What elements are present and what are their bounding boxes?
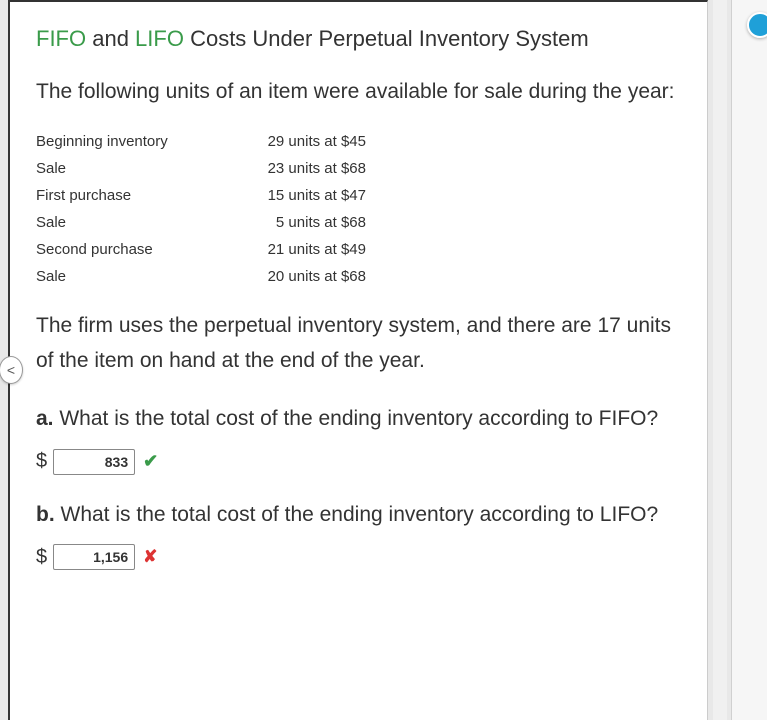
answer-input-b[interactable] [53, 544, 135, 570]
table-row: First purchase 15 units at $47 [36, 182, 681, 209]
table-row: Second purchase 21 units at $49 [36, 236, 681, 263]
table-row: Sale 23 units at $68 [36, 155, 681, 182]
answer-row-a: $ ✔ [36, 449, 681, 475]
mid-paragraph: The firm uses the perpetual inventory sy… [36, 308, 681, 379]
currency-symbol: $ [36, 546, 47, 569]
content-area: FIFO and LIFO Costs Under Perpetual Inve… [10, 2, 707, 612]
tx-value: 21 units at $49 [236, 241, 366, 258]
tx-value: 5 units at $68 [236, 214, 366, 231]
intro-paragraph: The following units of an item were avai… [36, 74, 681, 110]
question-a-label: a. [36, 407, 54, 430]
prev-nav-button[interactable]: < [0, 356, 23, 384]
question-b-label: b. [36, 503, 55, 526]
transactions-table: Beginning inventory 29 units at $45 Sale… [36, 128, 681, 290]
cross-icon: ✘ [143, 547, 157, 567]
tx-value: 20 units at $68 [236, 268, 366, 285]
tx-label: Second purchase [36, 241, 236, 258]
chevron-left-icon: < [7, 362, 15, 378]
question-a-text: What is the total cost of the ending inv… [54, 407, 659, 430]
tx-value: 23 units at $68 [236, 160, 366, 177]
tx-value: 15 units at $47 [236, 187, 366, 204]
question-b-text: What is the total cost of the ending inv… [55, 503, 659, 526]
table-row: Sale 5 units at $68 [36, 209, 681, 236]
tx-label: Sale [36, 160, 236, 177]
scrollbar[interactable] [713, 0, 727, 720]
tx-label: Sale [36, 268, 236, 285]
answer-row-b: $ ✘ [36, 544, 681, 570]
tx-label: First purchase [36, 187, 236, 204]
check-icon: ✔ [143, 451, 158, 472]
right-panel-strip [731, 0, 767, 720]
title-text-rest: Costs Under Perpetual Inventory System [184, 26, 589, 51]
title-accent-fifo: FIFO [36, 26, 86, 51]
question-b: b. What is the total cost of the ending … [36, 497, 681, 533]
page-title: FIFO and LIFO Costs Under Perpetual Inve… [36, 26, 681, 52]
table-row: Sale 20 units at $68 [36, 263, 681, 290]
tx-label: Beginning inventory [36, 133, 236, 150]
tx-label: Sale [36, 214, 236, 231]
tx-value: 29 units at $45 [236, 133, 366, 150]
title-accent-lifo: LIFO [135, 26, 184, 51]
content-frame: < FIFO and LIFO Costs Under Perpetual In… [8, 0, 708, 720]
help-badge-icon[interactable] [747, 12, 767, 38]
table-row: Beginning inventory 29 units at $45 [36, 128, 681, 155]
question-a: a. What is the total cost of the ending … [36, 401, 681, 437]
title-text-mid: and [86, 26, 135, 51]
currency-symbol: $ [36, 450, 47, 473]
answer-input-a[interactable] [53, 449, 135, 475]
